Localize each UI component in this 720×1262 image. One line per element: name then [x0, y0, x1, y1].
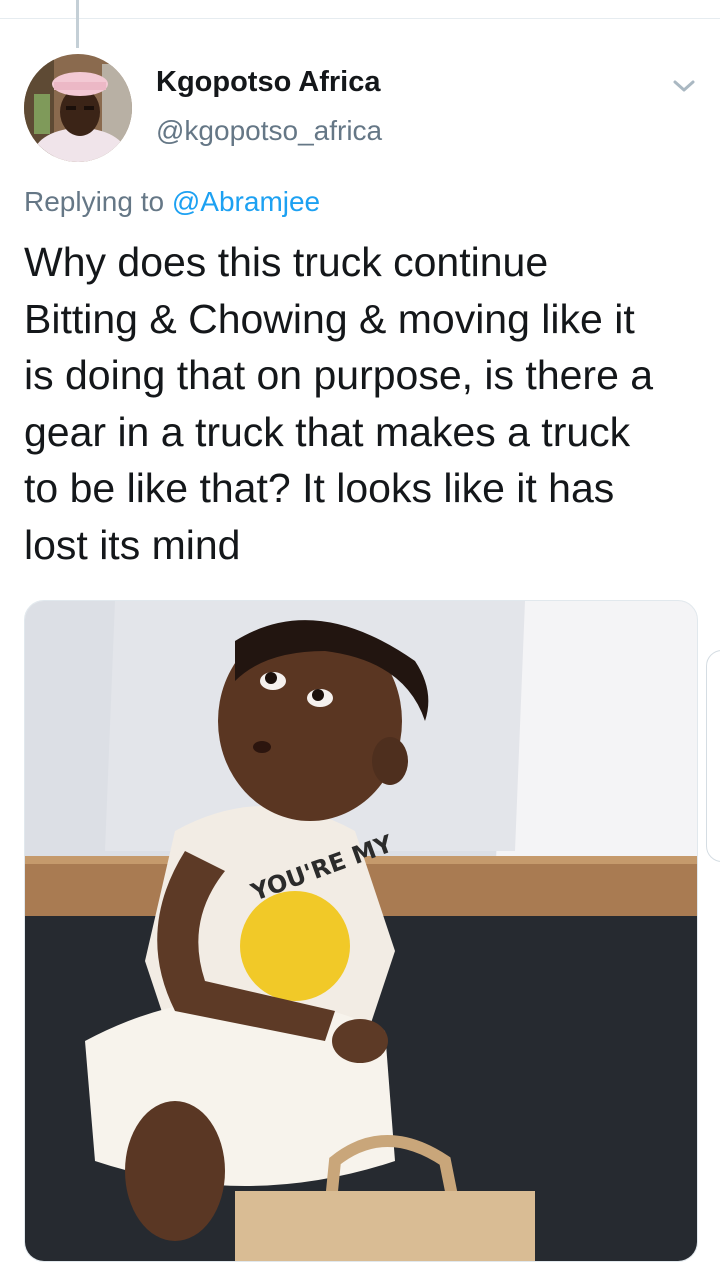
replying-to-label: Replying to [24, 186, 165, 217]
author-handle[interactable]: @kgopotso_africa [156, 115, 382, 147]
reply-mention-link[interactable]: @Abramjee [172, 186, 320, 217]
tweet-media-image[interactable]: YOU'RE MY [24, 600, 698, 1262]
tweet-text: Why does this truck continue Bitting & C… [24, 239, 654, 568]
top-divider [0, 18, 720, 19]
thread-connector-line [76, 0, 79, 48]
author-name[interactable]: Kgopotso Africa [156, 66, 380, 99]
replying-to: Replying to @Abramjee [24, 186, 320, 218]
avatar[interactable] [24, 54, 132, 162]
chevron-down-icon[interactable] [664, 66, 704, 106]
adjacent-card-edge [706, 650, 720, 862]
